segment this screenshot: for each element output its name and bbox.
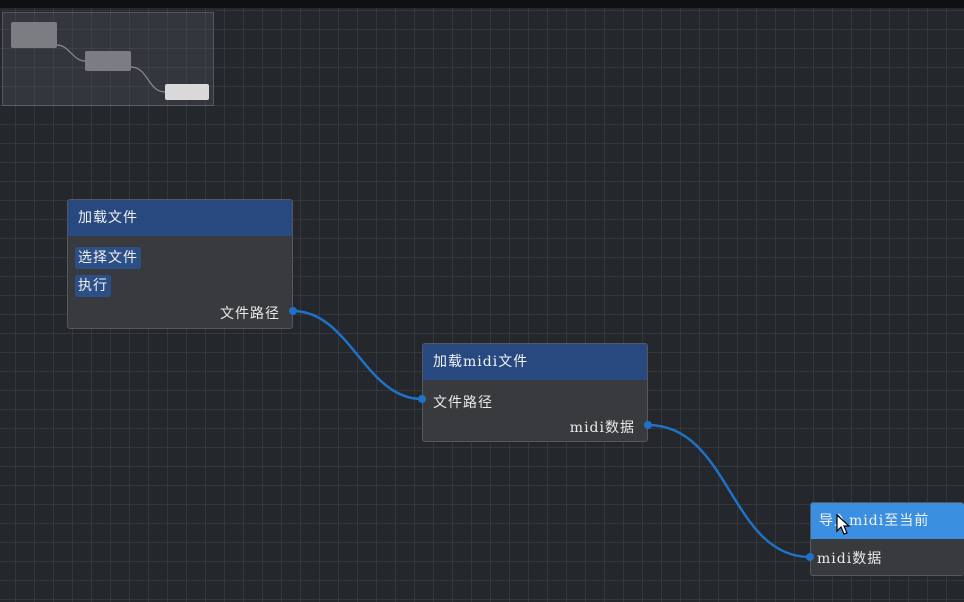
top-bar <box>0 0 964 8</box>
edge-midi-data[interactable] <box>647 423 811 559</box>
select-file-button[interactable]: 选择文件 <box>75 247 141 269</box>
minimap-node-3 <box>165 84 209 100</box>
execute-button[interactable]: 执行 <box>75 275 111 297</box>
output-port-midi-data[interactable] <box>644 421 652 429</box>
input-port-file-path[interactable] <box>418 395 426 403</box>
edge-file-path[interactable] <box>292 309 423 401</box>
input-port-label: midi数据 <box>817 551 883 567</box>
output-port-label: 文件路径 <box>220 306 280 322</box>
output-port-file-path[interactable] <box>289 307 297 315</box>
minimap-node-1 <box>11 22 57 48</box>
input-port-label: 文件路径 <box>433 395 493 411</box>
pointer-cursor-icon <box>836 514 851 535</box>
minimap[interactable] <box>2 12 214 106</box>
output-port-label: midi数据 <box>569 420 635 436</box>
node-load-midi[interactable]: 加载midi文件 文件路径 midi数据 <box>422 343 648 442</box>
minimap-node-2 <box>85 51 131 71</box>
node-title[interactable]: 加载midi文件 <box>423 344 647 380</box>
node-title[interactable]: 导入midi至当前 <box>811 503 964 539</box>
node-load-file[interactable]: 加载文件 选择文件 执行 文件路径 <box>67 199 293 329</box>
node-import-midi[interactable]: 导入midi至当前 midi数据 <box>810 502 964 576</box>
input-port-midi-data[interactable] <box>806 553 814 561</box>
node-title[interactable]: 加载文件 <box>68 200 292 236</box>
